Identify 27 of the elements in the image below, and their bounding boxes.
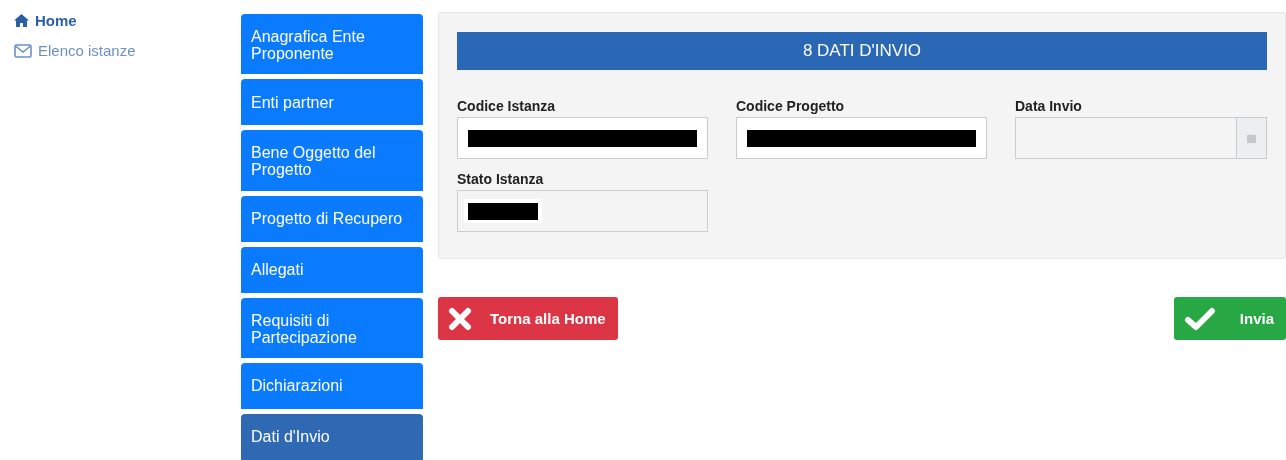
back-home-button[interactable]: Torna alla Home — [438, 297, 618, 340]
calendar-icon — [1247, 133, 1256, 143]
step-tab[interactable]: Allegati — [241, 246, 423, 293]
field-label: Codice Progetto — [736, 98, 846, 114]
step-tab[interactable]: Anagrafica Ente Proponente — [241, 14, 423, 75]
date-field[interactable] — [1015, 117, 1237, 159]
field-label: Codice Istanza — [457, 98, 557, 114]
home-icon — [14, 14, 29, 27]
sidebar-link[interactable]: Elenco istanze — [14, 42, 136, 59]
step-tab[interactable]: Dati d'Invio — [241, 414, 423, 460]
step-tab[interactable]: Enti partner — [241, 79, 423, 126]
redaction-bar — [468, 202, 538, 220]
step-tab[interactable]: Requisiti di Partecipazione — [241, 297, 423, 358]
input-field[interactable] — [736, 117, 987, 159]
input-field[interactable] — [457, 117, 708, 159]
input-field[interactable] — [457, 190, 708, 232]
step-tab[interactable]: Progetto di Recupero — [241, 195, 423, 242]
submit-button[interactable]: Invia — [1173, 297, 1286, 340]
close-icon — [448, 306, 472, 331]
step-tab[interactable]: Bene Oggetto del Progetto — [241, 130, 423, 191]
step-tab[interactable]: Dichiarazioni — [241, 363, 423, 409]
sidebar-link[interactable]: Home — [14, 12, 77, 29]
section-header: 8 DATI D'INVIO — [457, 32, 1267, 70]
field-label: Stato Istanza — [457, 171, 545, 187]
field-label: Data Invio — [1015, 98, 1083, 114]
envelope-icon — [14, 43, 32, 58]
checkmark-icon — [1183, 306, 1216, 331]
